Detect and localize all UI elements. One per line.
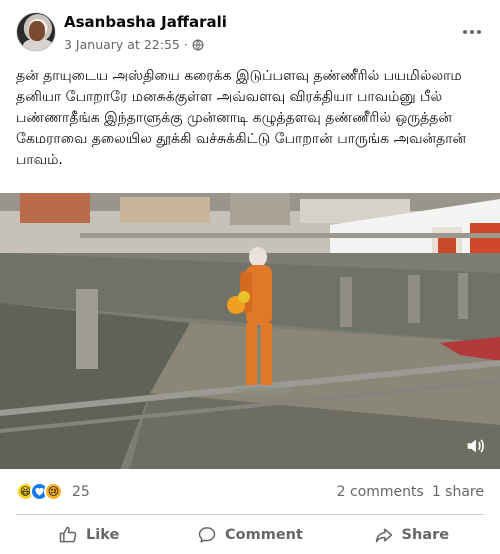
like-icon [59, 526, 77, 543]
globe-icon [192, 39, 204, 50]
more-options-button[interactable] [458, 18, 486, 46]
shares-count[interactable]: 1 share [432, 484, 484, 500]
like-button[interactable]: Like [8, 518, 169, 552]
post-header: Asanbasha Jaffarali 3 January at 22:55 · [0, 0, 500, 60]
comment-label: Comment [225, 527, 303, 543]
avatar-face [29, 21, 45, 41]
dot-icon [477, 30, 481, 34]
meta-separator: · [183, 37, 188, 52]
like-label: Like [86, 527, 120, 543]
actions-divider [16, 514, 484, 515]
share-button[interactable]: Share [331, 518, 492, 552]
post-video[interactable] [0, 193, 500, 469]
comment-icon [198, 527, 216, 543]
avatar[interactable] [16, 12, 56, 52]
share-icon [375, 528, 392, 543]
comment-button[interactable]: Comment [169, 518, 330, 552]
comments-count[interactable]: 2 comments [337, 484, 424, 500]
video-frame [0, 193, 500, 469]
post-text: தன் தாயுடைய அஸ்தியை கரைக்க இடுப்பளவு தண்… [16, 68, 467, 168]
sad-reaction-icon: 😢 [44, 482, 63, 501]
post-actions: Like Comment Share [8, 518, 492, 552]
reactions-summary[interactable]: 😆 😢 25 [16, 482, 90, 501]
post-meta: 3 January at 22:55 · [64, 37, 204, 52]
engagement-counts: 2 comments 1 share [337, 484, 484, 500]
timestamp[interactable]: 3 January at 22:55 [64, 37, 180, 52]
dot-icon [470, 30, 474, 34]
dot-icon [463, 30, 467, 34]
speaker-icon[interactable] [464, 435, 486, 457]
author-name[interactable]: Asanbasha Jaffarali [64, 13, 227, 31]
reaction-count: 25 [72, 483, 90, 500]
share-label: Share [401, 527, 450, 543]
